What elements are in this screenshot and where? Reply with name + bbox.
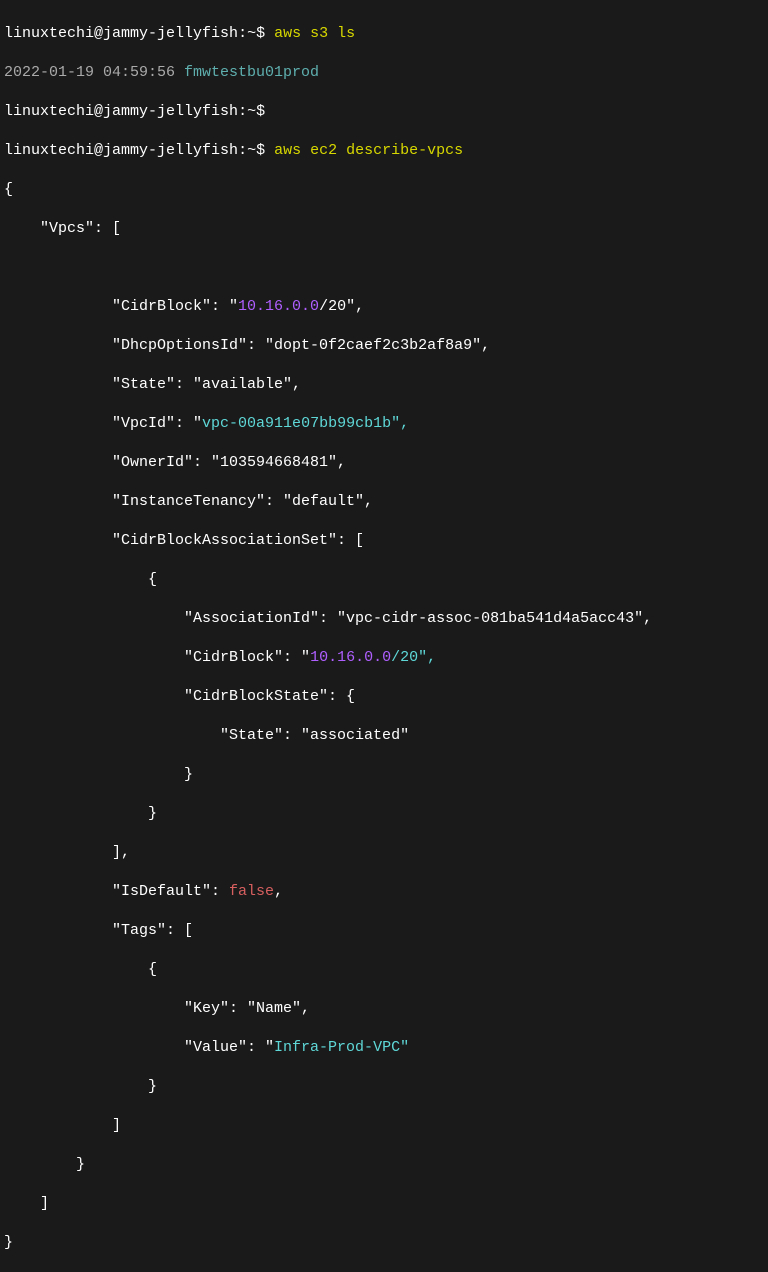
command: aws s3 ls	[274, 25, 355, 42]
vpc-id: vpc-00a911e07bb99cb1b	[202, 415, 391, 432]
ip-address: 10.16.0.0	[238, 298, 319, 315]
boolean-false: false	[229, 883, 274, 900]
json-cidrstate-close: }	[4, 765, 764, 785]
json-tags-open: "Tags": [	[4, 921, 764, 941]
json-vpc-close: }	[4, 1155, 764, 1175]
json-tags-brace: {	[4, 960, 764, 980]
prompt-line-3: linuxtechi@jammy-jellyfish:~$ aws ec2 de…	[4, 141, 764, 161]
json-tenancy-line: "InstanceTenancy": "default",	[4, 492, 764, 512]
host: jammy-jellyfish	[103, 25, 238, 42]
json-close-brace: }	[4, 1233, 764, 1253]
json-blank-line	[4, 258, 764, 278]
json-cidrset-open: "CidrBlockAssociationSet": [	[4, 531, 764, 551]
json-tags-close: ]	[4, 1116, 764, 1136]
json-assoc-line: "AssociationId": "vpc-cidr-assoc-081ba54…	[4, 609, 764, 629]
json-state-line: "State": "available",	[4, 375, 764, 395]
json-isdefault-line: "IsDefault": false,	[4, 882, 764, 902]
json-key-line: "Key": "Name",	[4, 999, 764, 1019]
json-owner-line: "OwnerId": "103594668481",	[4, 453, 764, 473]
s3-output-line: 2022-01-19 04:59:56 fmwtestbu01prod	[4, 63, 764, 83]
path: ~	[247, 25, 256, 42]
json-cidr-line: "CidrBlock": "10.16.0.0/20",	[4, 297, 764, 317]
json-cidr2-line: "CidrBlock": "10.16.0.0/20",	[4, 648, 764, 668]
user: linuxtechi	[4, 25, 94, 42]
json-cidrstate-val: "State": "associated"	[4, 726, 764, 746]
json-vpcid-line: "VpcId": "vpc-00a911e07bb99cb1b",	[4, 414, 764, 434]
command: aws ec2 describe-vpcs	[274, 142, 463, 159]
timestamp: 2022-01-19 04:59:56	[4, 64, 184, 81]
bucket-name: fmwtestbu01prod	[184, 64, 319, 81]
prompt-line-2: linuxtechi@jammy-jellyfish:~$	[4, 102, 764, 122]
json-value-line: "Value": "Infra-Prod-VPC"	[4, 1038, 764, 1058]
json-vpcs-key: "Vpcs": [	[4, 219, 764, 239]
json-tags-brace-close: }	[4, 1077, 764, 1097]
prompt-line-1: linuxtechi@jammy-jellyfish:~$ aws s3 ls	[4, 24, 764, 44]
json-open-brace: {	[4, 180, 764, 200]
ip-address: 10.16.0.0	[310, 649, 391, 666]
terminal-output[interactable]: linuxtechi@jammy-jellyfish:~$ aws s3 ls …	[4, 4, 764, 1272]
json-cidrstate-open: "CidrBlockState": {	[4, 687, 764, 707]
json-cidrset-brace: {	[4, 570, 764, 590]
json-cidrset-brace-close: }	[4, 804, 764, 824]
json-vpcs-close: ]	[4, 1194, 764, 1214]
json-cidrset-close: ],	[4, 843, 764, 863]
json-dhcp-line: "DhcpOptionsId": "dopt-0f2caef2c3b2af8a9…	[4, 336, 764, 356]
tag-value: Infra-Prod-VPC	[274, 1039, 400, 1056]
